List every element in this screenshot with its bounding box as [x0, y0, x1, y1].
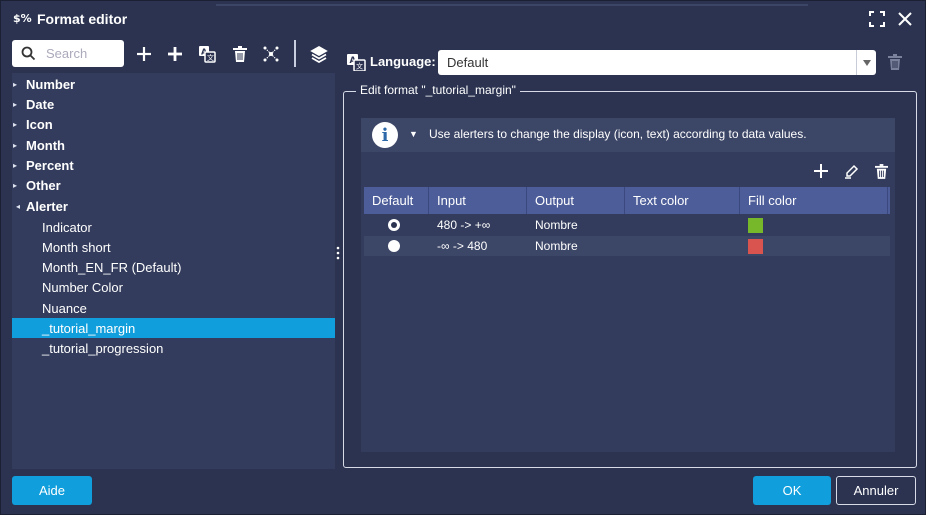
tree-item-indicator[interactable]: Indicator — [12, 217, 335, 237]
collapsed-arrow-icon: ▸ — [13, 99, 18, 109]
column-header-output[interactable]: Output — [527, 187, 625, 214]
tree-item-number-color[interactable]: Number Color — [12, 277, 335, 297]
expanded-arrow-icon: ◂ — [16, 201, 21, 211]
column-header-input[interactable]: Input — [429, 187, 527, 214]
toolbar-separator — [294, 40, 296, 67]
tree-item-nuance[interactable]: Nuance — [12, 298, 335, 318]
collapsed-arrow-icon: ▸ — [13, 180, 18, 190]
cancel-button[interactable]: Annuler — [836, 476, 916, 505]
row-text-color — [625, 215, 740, 235]
tree-category-date[interactable]: ▸ Date — [12, 94, 335, 114]
tree-category-month[interactable]: ▸ Month — [12, 135, 335, 155]
layers-icon[interactable] — [308, 43, 330, 65]
format-tree: ▸ Number ▸ Date ▸ Icon ▸ Month ▸ Percent… — [12, 73, 335, 469]
splitter-handle[interactable] — [336, 246, 340, 260]
row-output: Nombre — [535, 239, 578, 253]
tree-category-percent[interactable]: ▸ Percent — [12, 155, 335, 175]
collapse-info-icon[interactable]: ▼ — [409, 129, 418, 139]
svg-text:文: 文 — [207, 53, 214, 62]
language-value: Default — [447, 55, 489, 70]
title-bar-divider — [216, 4, 808, 6]
info-text: Use alerters to change the display (icon… — [429, 127, 807, 141]
search-icon — [21, 46, 36, 61]
delete-row-icon[interactable] — [872, 162, 890, 180]
format-editor-window: $% Format editor A文 — [0, 0, 926, 515]
language-label: Language: — [370, 54, 436, 69]
column-header-default[interactable]: Default — [364, 187, 429, 214]
tree-item-month-short[interactable]: Month short — [12, 237, 335, 257]
collapsed-arrow-icon: ▸ — [13, 79, 18, 89]
row-input: 480 -> +∞ — [437, 218, 491, 232]
search-box — [12, 40, 126, 67]
edit-format-legend: Edit format "_tutorial_margin" — [356, 83, 520, 97]
default-radio[interactable] — [388, 240, 400, 252]
add-child-icon[interactable] — [164, 43, 186, 65]
collapsed-arrow-icon: ▸ — [13, 119, 18, 129]
table-row[interactable]: 480 -> +∞ Nombre — [364, 215, 890, 235]
format-list-panel: A文 ▸ Number ▸ Date ▸ Icon ▸ — [12, 39, 335, 469]
alerter-table-header: Default Input Output Text color Fill col… — [364, 187, 890, 214]
info-icon: i — [372, 122, 398, 148]
chevron-down-icon[interactable] — [856, 50, 876, 75]
edit-row-icon[interactable] — [842, 162, 860, 180]
row-input: -∞ -> 480 — [437, 239, 488, 253]
add-icon[interactable] — [133, 43, 155, 65]
delete-language-icon[interactable] — [888, 54, 902, 70]
collapsed-arrow-icon: ▸ — [13, 140, 18, 150]
add-row-icon[interactable] — [812, 162, 830, 180]
tree-category-other[interactable]: ▸ Other — [12, 175, 335, 195]
row-output: Nombre — [535, 218, 578, 232]
window-title: Format editor — [37, 11, 128, 27]
collapsed-arrow-icon: ▸ — [13, 160, 18, 170]
row-text-color — [625, 236, 740, 256]
hierarchy-icon[interactable] — [260, 43, 282, 65]
tree-category-alerter[interactable]: ◂ Alerter — [12, 196, 335, 216]
close-icon[interactable] — [895, 9, 915, 29]
format-app-icon: $% — [13, 12, 32, 25]
svg-text:文: 文 — [356, 62, 363, 71]
fill-color-swatch[interactable] — [748, 217, 763, 233]
ok-button[interactable]: OK — [753, 476, 831, 505]
tree-category-number[interactable]: ▸ Number — [12, 74, 335, 94]
fill-color-swatch[interactable] — [748, 238, 763, 254]
table-row[interactable]: -∞ -> 480 Nombre — [364, 236, 890, 256]
language-select[interactable]: Default — [438, 50, 876, 75]
tree-item-tutorial-progression[interactable]: _tutorial_progression — [12, 338, 335, 358]
title-bar: $% Format editor — [1, 1, 925, 37]
translate-icon[interactable]: A文 — [196, 43, 218, 65]
search-input[interactable] — [46, 46, 126, 61]
column-header-text-color[interactable]: Text color — [625, 187, 740, 214]
fullscreen-icon[interactable] — [867, 9, 887, 29]
tree-item-month-en-fr[interactable]: Month_EN_FR (Default) — [12, 257, 335, 277]
default-radio[interactable] — [388, 219, 400, 231]
delete-icon[interactable] — [229, 43, 251, 65]
tree-item-tutorial-margin[interactable]: _tutorial_margin — [12, 318, 335, 338]
column-header-fill-color[interactable]: Fill color — [740, 187, 888, 214]
language-icon: A文 — [347, 54, 366, 71]
tree-category-icon[interactable]: ▸ Icon — [12, 114, 335, 134]
help-button[interactable]: Aide — [12, 476, 92, 505]
